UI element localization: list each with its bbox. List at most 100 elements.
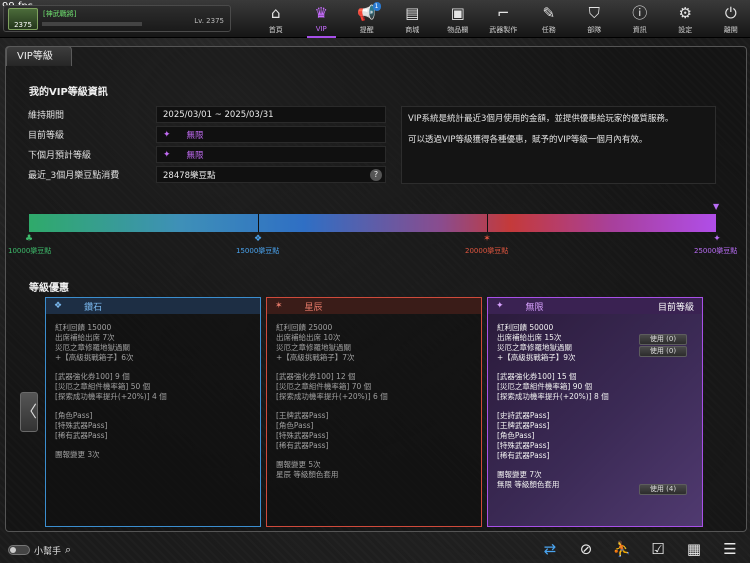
top-bar: 99 fps 2375 [神武戰將] Lv. 2375 ⌂ 首頁 ♛ VIP 📢… — [0, 0, 750, 38]
tier-emerald-icon: ♣ — [24, 234, 34, 244]
nav-home[interactable]: ⌂ 首頁 — [253, 0, 299, 38]
benefit-line: 災厄之章修羅地獄過關 — [497, 343, 572, 352]
nav-label: 任務 — [541, 26, 556, 34]
compass-icon[interactable]: ⊘ — [568, 539, 604, 559]
player-tag: [神武戰將] — [43, 10, 77, 18]
next-level-label: 下個月預計等級 — [28, 151, 92, 161]
tab-vip-level[interactable]: VIP等級 — [6, 46, 72, 66]
gun-icon: ⌐ — [496, 4, 510, 22]
main-nav: ⌂ 首頁 ♛ VIP 📢 1 提醒 ▤ 商城 ▣ 物品欄 ⌐ 武器製作 ✎ 任務 — [253, 0, 750, 38]
notification-badge: 1 — [372, 2, 381, 11]
benefit-line: 團報變更 3次 — [55, 450, 100, 459]
checklist-icon[interactable]: ☑ — [640, 539, 676, 559]
swap-icon[interactable]: ⇄ — [532, 539, 568, 559]
tier-star-icon: ✶ — [483, 234, 491, 244]
bar-divider — [487, 214, 488, 232]
use-button[interactable]: 使用 (0) — [639, 346, 687, 357]
bar-divider — [258, 214, 259, 232]
benefits-section-title: 等級優惠 — [29, 283, 69, 294]
benefit-line: 紅利回饋 15000 — [55, 323, 112, 332]
menu-icon[interactable]: ☰ — [712, 539, 748, 559]
runner-icon[interactable]: ⛹ — [604, 539, 640, 559]
nav-label: VIP — [315, 25, 327, 33]
tier-name: 無限 — [525, 302, 544, 313]
power-icon: ⏻ — [724, 4, 737, 22]
shield-icon: ⛉ — [588, 4, 600, 22]
nav-clan[interactable]: ⛉ 部隊 — [572, 0, 618, 38]
benefit-line: [武器強化券100] 12 個 — [276, 372, 356, 381]
nav-vip[interactable]: ♛ VIP — [299, 0, 345, 38]
tier-threshold-label: 20000樂豆點 — [465, 247, 509, 255]
current-level-label: 目前等級 — [28, 131, 65, 141]
benefit-line: 出席補給出席 10次 — [276, 333, 341, 342]
use-button[interactable]: 使用 (0) — [639, 334, 687, 345]
benefit-line: [稀有武器Pass] — [497, 451, 550, 460]
player-info[interactable]: 2375 [神武戰將] Lv. 2375 — [3, 5, 231, 32]
spend-row: 最近_3個月樂豆點消費 28478樂豆點 ? — [28, 166, 386, 183]
benefit-line: [探索成功機率提升(+20%)] 8 個 — [497, 392, 609, 401]
next-level-name: 無限 — [186, 150, 204, 161]
period-row: 維持期間 2025/03/01 ~ 2025/03/31 — [28, 106, 386, 123]
nav-inventory[interactable]: ▣ 物品欄 — [435, 0, 481, 38]
vip-infinite-icon: ✦ — [163, 149, 171, 160]
card-header: ✦ 無限 目前等級 — [488, 298, 702, 314]
tier-card-diamond: ❖ 鑽石 紅利回饋 15000 出席補給出席 7次 災厄之章修羅地獄過關 +【高… — [45, 297, 261, 527]
benefit-line: +【高級挑戰箱子】9次 — [497, 353, 576, 362]
search-icon[interactable]: ⌕ — [65, 543, 71, 557]
progress-pointer-icon: ▼ — [713, 202, 720, 211]
diamond-icon: ❖ — [54, 301, 63, 311]
nav-reminder[interactable]: 📢 1 提醒 — [344, 0, 390, 38]
benefit-line: [特殊武器Pass] — [276, 431, 329, 440]
benefit-line: [史詩武器Pass] — [497, 411, 550, 420]
prev-page-arrow[interactable]: 〈 — [20, 392, 38, 432]
benefit-line: [特殊武器Pass] — [55, 421, 108, 430]
benefit-line: [稀有武器Pass] — [276, 441, 329, 450]
help-icon[interactable]: ? — [370, 169, 382, 181]
nav-missions[interactable]: ✎ 任務 — [526, 0, 572, 38]
period-value: 2025/03/01 ~ 2025/03/31 — [156, 106, 386, 123]
rank-badge-icon: 2375 — [8, 8, 38, 30]
nav-info[interactable]: ⓘ 資訊 — [617, 0, 663, 38]
benefit-line: 出席補給出席 7次 — [55, 333, 115, 342]
benefit-line: 團報變更 7次 — [497, 470, 542, 479]
info-icon: ⓘ — [632, 4, 648, 22]
tier-diamond-icon: ❖ — [253, 234, 263, 244]
tier-name: 鑽石 — [84, 302, 103, 313]
exp-bar — [42, 22, 142, 26]
nav-exit[interactable]: ⏻ 離開 — [708, 0, 750, 38]
home-icon: ⌂ — [270, 4, 281, 22]
spend-value: 28478樂豆點 ? — [156, 166, 386, 183]
bag-icon: ▣ — [450, 4, 465, 22]
helper-toggle[interactable]: 小幫手 ⌕ — [8, 543, 71, 557]
next-level-value: ✦ 無限 — [156, 146, 386, 163]
benefit-line: [角色Pass] — [497, 431, 535, 440]
nav-label: 設定 — [678, 26, 693, 34]
crown-icon: ♛ — [314, 4, 328, 22]
tier-name: 星辰 — [304, 302, 323, 313]
infinite-icon: ✦ — [496, 301, 504, 311]
benefit-line: [災厄之章組件機率箱] 50 個 — [55, 382, 151, 391]
nav-label: 資訊 — [632, 26, 647, 34]
benefit-line: [稀有武器Pass] — [55, 431, 108, 440]
helper-label: 小幫手 — [34, 546, 62, 557]
tier-threshold-label: 15000樂豆點 — [236, 247, 280, 255]
benefit-line: 紅利回饋 25000 — [276, 323, 333, 332]
nav-settings[interactable]: ⚙ 設定 — [663, 0, 709, 38]
current-level-name: 無限 — [186, 130, 204, 141]
nav-label: 離開 — [723, 26, 738, 34]
nav-weapon-craft[interactable]: ⌐ 武器製作 — [481, 0, 527, 38]
tier-card-star: ✶ 星辰 紅利回饋 25000 出席補給出席 10次 災厄之章修羅地獄過關 +【… — [266, 297, 482, 527]
toggle-switch[interactable] — [8, 545, 30, 555]
ticket-icon: ✎ — [542, 4, 556, 22]
benefit-line: [王牌武器Pass] — [276, 411, 329, 420]
nav-shop[interactable]: ▤ 商城 — [390, 0, 436, 38]
card-benefits: 紅利回饋 25000 出席補給出席 10次 災厄之章修羅地獄過關 +【高級挑戰箱… — [276, 323, 388, 480]
benefit-line: [武器強化券100] 9 個 — [55, 372, 130, 381]
vip-infinite-icon: ✦ — [163, 129, 171, 140]
tier-infinite-icon: ✦ — [713, 234, 721, 244]
benefit-line: 星辰 等級顏色套用 — [276, 470, 339, 479]
benefit-line: [探索成功機率提升(+20%)] 6 個 — [276, 392, 388, 401]
benefit-line: [角色Pass] — [55, 411, 93, 420]
use-button[interactable]: 使用 (4) — [639, 484, 687, 495]
calendar-icon[interactable]: ▦ — [676, 539, 712, 559]
